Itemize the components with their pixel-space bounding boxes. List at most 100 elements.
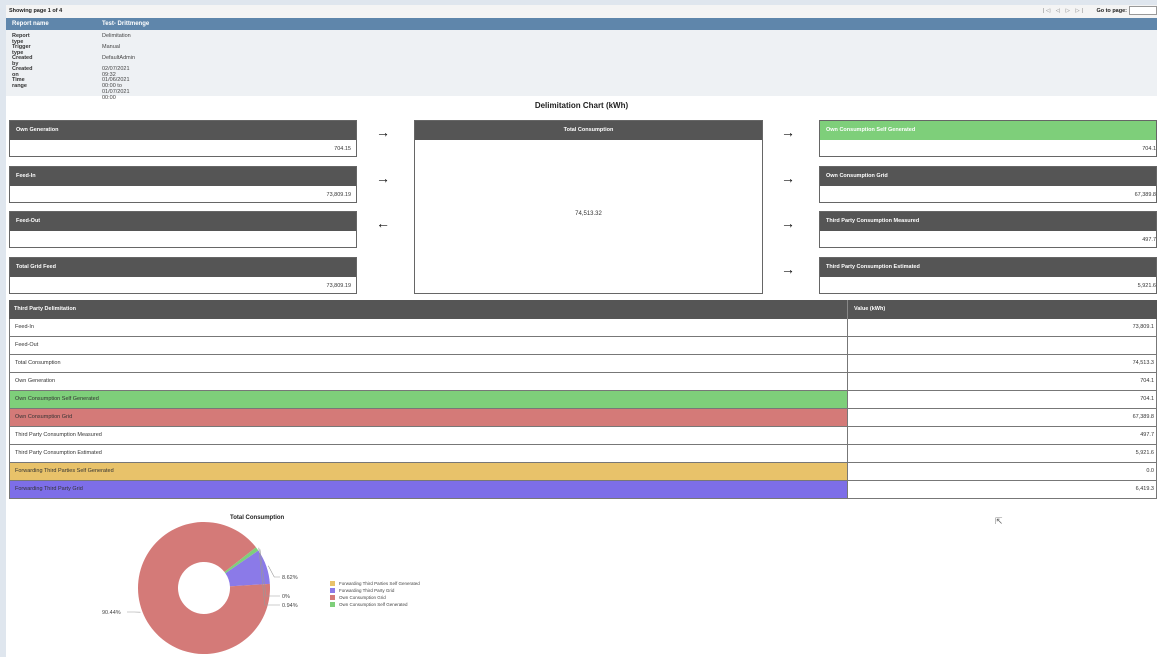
report-name-label: Report name <box>12 21 49 27</box>
box-label: Own Consumption Self Generated <box>826 127 916 133</box>
page-nav-icons[interactable]: |◁ ◁ ▷ ▷| <box>1043 8 1085 14</box>
row-value: 5,921.6 <box>1135 450 1154 456</box>
row-value: 67,389.8 <box>1132 414 1154 420</box>
box-value: 704.1 <box>1142 146 1156 152</box>
own-generation-box: Own Generation 704.15 <box>9 120 357 157</box>
legend-swatch <box>330 588 335 594</box>
box-value: 67,389.8 <box>1134 192 1156 198</box>
box-label: Feed-Out <box>16 218 41 224</box>
report-info: Report type Delimitation Trigger type Ma… <box>6 30 1157 101</box>
pagination-bar: Showing page 1 of 4 |◁ ◁ ▷ ▷| Go to page… <box>6 5 1157 18</box>
pie-data-label: 8.62% <box>282 575 298 581</box>
row-label: Forwarding Third Parties Self Generated <box>15 468 114 474</box>
row-label: Own Consumption Grid <box>15 414 73 420</box>
row-value: 704.1 <box>1140 396 1154 402</box>
arrow-right-icon: → <box>376 170 390 186</box>
table-row: Feed-Out <box>9 337 1157 355</box>
table-header: Third Party Delimitation Value (kWh) <box>9 300 1157 319</box>
pie-legend: Forwarding Third Parties Self Generated F… <box>330 581 420 609</box>
legend-label: Own Consumption Grid <box>339 595 386 600</box>
row-value: 73,809.1 <box>1132 324 1154 330</box>
total-grid-feed-box: Total Grid Feed 73,809.19 <box>9 257 357 294</box>
goto-page-label: Go to page: <box>1096 8 1127 14</box>
box-value: 5,921.6 <box>1137 283 1156 289</box>
box-label: Feed-In <box>16 173 36 179</box>
box-label: Own Consumption Grid <box>826 173 888 179</box>
feed-out-box: Feed-Out <box>9 211 357 248</box>
pie-data-label: 90.44% <box>102 610 121 616</box>
legend-label: Forwarding Third Party Grid <box>339 588 395 593</box>
info-value: Delimitation <box>102 33 131 39</box>
legend-item: Own Consumption Self Generated <box>330 602 420 609</box>
pie-slice <box>137 521 270 654</box>
goto-page-input[interactable] <box>1129 6 1157 15</box>
column-header: Value (kWh) <box>854 306 886 312</box>
own-consumption-grid-box: Own Consumption Grid 67,389.8 <box>819 166 1157 203</box>
row-label-cell: Total Consumption <box>10 355 848 372</box>
row-label-cell: Feed-In <box>10 319 848 336</box>
row-label: Forwarding Third Party Grid <box>15 486 83 492</box>
table-row: Total Consumption 74,513.3 <box>9 355 1157 373</box>
row-label: Total Consumption <box>15 360 61 366</box>
pie-data-label: 0.94% <box>282 603 298 609</box>
legend-swatch <box>330 595 335 601</box>
third-party-measured-box: Third Party Consumption Measured 497.7 <box>819 211 1157 248</box>
box-value: 74,513.32 <box>575 211 602 217</box>
legend-item: Forwarding Third Party Grid <box>330 588 420 595</box>
info-value: Manual <box>102 44 121 50</box>
row-label: Feed-In <box>15 324 34 330</box>
third-party-estimated-box: Third Party Consumption Estimated 5,921.… <box>819 257 1157 294</box>
box-label: Total Grid Feed <box>16 264 56 270</box>
legend-swatch <box>330 602 335 608</box>
table-row: Own Consumption Grid 67,389.8 <box>9 409 1157 427</box>
row-label-cell: Forwarding Third Parties Self Generated <box>10 463 848 480</box>
legend-swatch <box>330 581 335 587</box>
arrow-right-icon: → <box>781 170 795 186</box>
report-page: Showing page 1 of 4 |◁ ◁ ▷ ▷| Go to page… <box>6 5 1157 657</box>
row-label-cell: Forwarding Third Party Grid <box>10 481 848 498</box>
arrow-right-icon: → <box>376 124 390 140</box>
arrow-right-icon: → <box>781 215 795 231</box>
box-value: 73,809.19 <box>326 192 351 198</box>
table-row: Feed-In 73,809.1 <box>9 319 1157 337</box>
row-label-cell: Third Party Consumption Measured <box>10 427 848 444</box>
table-row: Own Consumption Self Generated 704.1 <box>9 391 1157 409</box>
table-row: Forwarding Third Parties Self Generated 0… <box>9 463 1157 481</box>
box-value: 73,809.19 <box>326 283 351 289</box>
row-value: 0.0 <box>1146 468 1154 474</box>
total-consumption-pie-chart: 0% 8.62% 90.44% 0.94% <box>102 521 298 654</box>
report-name-value: Test- Drittmenge <box>102 21 150 27</box>
row-label-cell: Third Party Consumption Estimated <box>10 445 848 462</box>
pie-data-label: 0% <box>282 594 290 600</box>
row-value: 497.7 <box>1140 432 1154 438</box>
row-label-cell: Own Consumption Self Generated <box>10 391 848 408</box>
row-label-cell: Own Consumption Grid <box>10 409 848 426</box>
row-label: Own Generation <box>15 378 56 384</box>
box-label: Third Party Consumption Estimated <box>826 264 920 270</box>
delimitation-chart-title: Delimitation Chart (kWh) <box>534 101 629 110</box>
arrow-left-icon: ← <box>376 215 390 231</box>
row-value: 6,419.3 <box>1135 486 1154 492</box>
box-label: Third Party Consumption Measured <box>826 218 920 224</box>
legend-label: Forwarding Third Parties Self Generated <box>339 581 420 586</box>
pie-label-leader <box>267 565 280 578</box>
legend-label: Own Consumption Self Generated <box>339 602 408 607</box>
box-label: Total Consumption <box>563 127 614 133</box>
table-row: Forwarding Third Party Grid 6,419.3 <box>9 481 1157 499</box>
row-label-cell: Own Generation <box>10 373 848 390</box>
box-label: Own Generation <box>16 127 59 133</box>
table-row: Third Party Consumption Measured 497.7 <box>9 427 1157 445</box>
box-value: 497.7 <box>1142 237 1156 243</box>
report-name-header: Report name Test- Drittmenge <box>6 18 1157 30</box>
info-value: DefaultAdmin <box>102 55 136 61</box>
page-info: Showing page 1 of 4 <box>9 8 63 14</box>
row-label: Own Consumption Self Generated <box>15 396 99 402</box>
arrow-right-icon: → <box>781 124 795 140</box>
table-row: Third Party Consumption Estimated 5,921.6 <box>9 445 1157 463</box>
total-consumption-box: Total Consumption 74,513.32 <box>414 120 763 294</box>
row-value: 74,513.3 <box>1132 360 1154 366</box>
own-consumption-self-generated-box: Own Consumption Self Generated 704.1 <box>819 120 1157 157</box>
table-row: Own Generation 704.1 <box>9 373 1157 391</box>
row-label: Third Party Consumption Measured <box>15 432 102 438</box>
info-value: 01/06/2021 00:00 to 01/07/2021 00:00 <box>102 77 130 101</box>
